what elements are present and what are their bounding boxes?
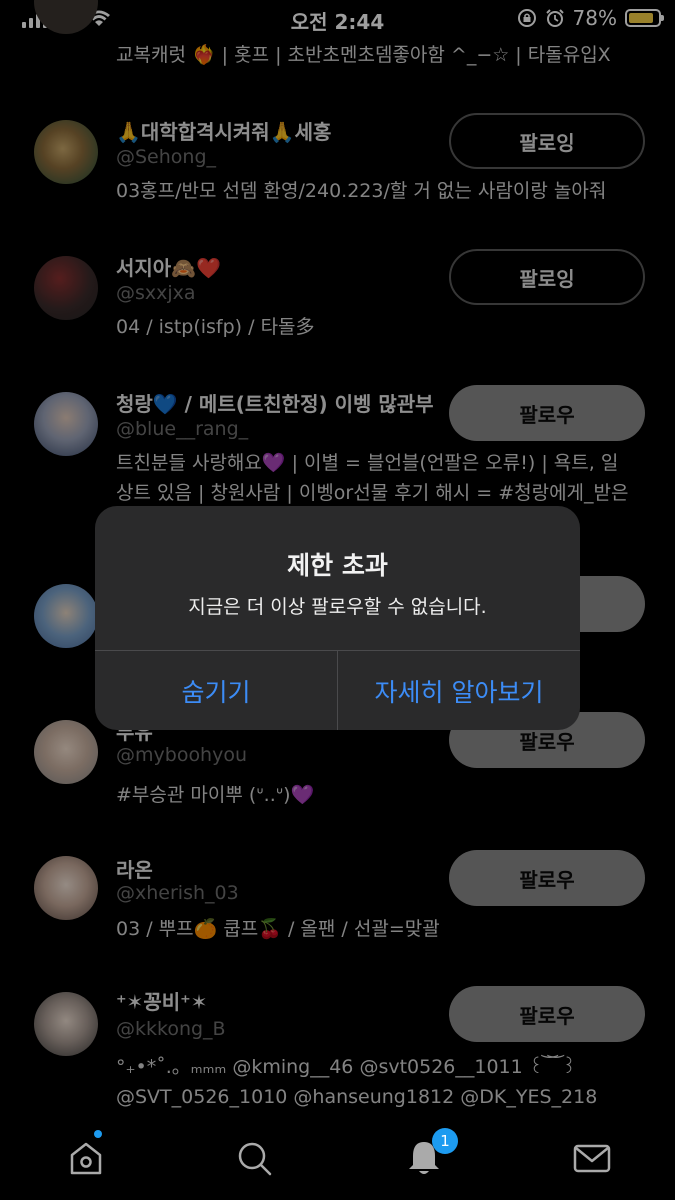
hide-button[interactable]: 숨기기 (95, 651, 337, 730)
limit-exceeded-dialog: 제한 초과 지금은 더 이상 팔로우할 수 없습니다. 숨기기 자세히 알아보기 (95, 506, 580, 730)
home-unread-dot (94, 1130, 102, 1138)
learn-more-button[interactable]: 자세히 알아보기 (338, 651, 580, 730)
dialog-message: 지금은 더 이상 팔로우할 수 없습니다. (188, 596, 487, 618)
tab-messages[interactable] (568, 1134, 616, 1182)
tab-home[interactable] (62, 1134, 110, 1182)
home-icon (70, 1142, 102, 1175)
tab-search[interactable] (230, 1134, 278, 1182)
mail-icon (573, 1144, 611, 1173)
tab-bar (0, 1114, 675, 1200)
search-icon (238, 1142, 272, 1176)
dialog-title: 제한 초과 (287, 551, 388, 580)
notification-badge: 1 (432, 1128, 458, 1154)
